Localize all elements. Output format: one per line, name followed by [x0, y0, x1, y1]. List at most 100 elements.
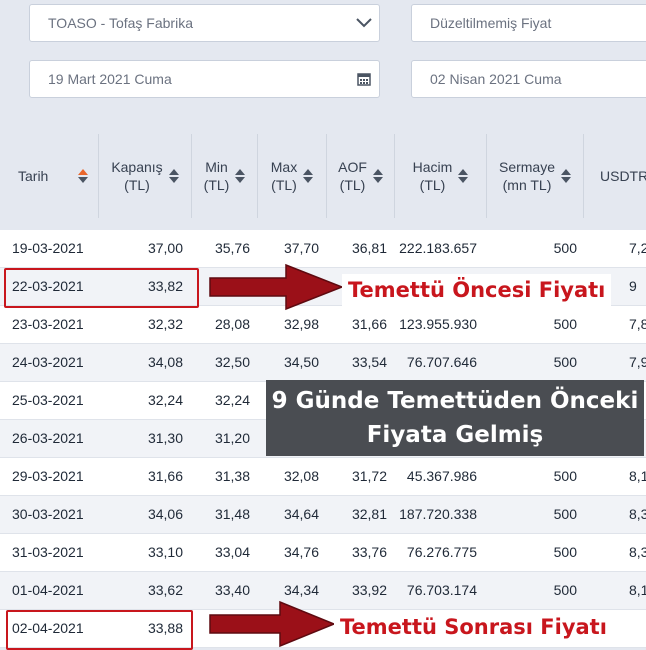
column-header-date[interactable]: Tarih	[0, 134, 99, 218]
cell-max: 34,64	[283, 506, 319, 522]
cell-usdtry: 9	[629, 278, 637, 294]
column-header-volume[interactable]: Hacim (TL)	[395, 134, 487, 218]
column-header-capital[interactable]: Sermaye (mn TL)	[487, 134, 584, 218]
cell-usdtry: 7,9	[629, 354, 646, 370]
cell-date: 19-03-2021	[12, 240, 84, 256]
cell-date: 29-03-2021	[12, 468, 84, 484]
cell-aof: 33,54	[351, 354, 387, 370]
column-header-label: USDTR	[600, 168, 646, 184]
annotation-after-dividend: Temettü Sonrası Fiyatı	[334, 611, 613, 643]
column-header-label: Sermaye	[498, 159, 556, 175]
column-header-max[interactable]: Max (TL)	[258, 134, 327, 218]
cell-date: 26-03-2021	[12, 430, 84, 446]
start-date-value: 19 Mart 2021 Cuma	[48, 71, 172, 87]
table-row[interactable]: 23-03-2021 32,32 28,08 32,98 31,66 123.955.93…	[0, 306, 646, 344]
cell-volume: 123.955.930	[399, 316, 477, 332]
cell-max: 34,50	[283, 354, 319, 370]
cell-usdtry: 8,1	[629, 582, 646, 598]
cell-volume: 222.183.657	[399, 240, 477, 256]
column-header-aof[interactable]: AOF (TL)	[327, 134, 395, 218]
cell-volume: 76.703.174	[406, 582, 477, 598]
cell-date: 25-03-2021	[12, 392, 84, 408]
cell-aof: 32,81	[351, 506, 387, 522]
cell-max: 32,98	[283, 316, 319, 332]
cell-capital: 500	[553, 240, 577, 256]
cell-close: 37,00	[147, 240, 183, 256]
sort-arrows-icon[interactable]	[303, 169, 314, 183]
cell-date: 01-04-2021	[12, 582, 84, 598]
column-header-close[interactable]: Kapanış (TL)	[99, 134, 192, 218]
cell-capital: 500	[553, 316, 577, 332]
column-header-unit: (TL)	[124, 177, 150, 193]
cell-usdtry: 7,8	[629, 316, 646, 332]
table-row[interactable]: 29-03-2021 31,66 31,38 32,08 31,72 45.367.986…	[0, 458, 646, 496]
annotation-banner: 9 Günde Temettüden Önceki Fiyata Gelmiş	[266, 380, 644, 456]
cell-date: 23-03-2021	[12, 316, 84, 332]
cell-min: 33,04	[214, 544, 250, 560]
cell-capital: 500	[553, 582, 577, 598]
column-header-label: AOF	[338, 159, 367, 175]
cell-min: 32,50	[214, 354, 250, 370]
table-row[interactable]: 31-03-2021 33,10 33,04 34,76 33,76 76.276.775…	[0, 534, 646, 572]
price-type-select[interactable]: Düzeltilmemiş Fiyat	[411, 4, 646, 42]
stock-select[interactable]: TOASO - Tofaş Fabrika	[29, 4, 380, 42]
cell-volume: 76.276.775	[406, 544, 477, 560]
cell-capital: 500	[553, 468, 577, 484]
cell-min: 32,24	[214, 392, 250, 408]
stock-select-value: TOASO - Tofaş Fabrika	[48, 15, 193, 31]
sort-arrows-icon[interactable]	[458, 169, 469, 183]
cell-max: 37,70	[283, 240, 319, 256]
end-date-field[interactable]: 02 Nisan 2021 Cuma	[411, 60, 646, 98]
cell-close: 32,24	[147, 392, 183, 408]
cell-aof: 36,81	[351, 240, 387, 256]
cell-min: 28,08	[214, 316, 250, 332]
sort-arrows-icon[interactable]	[168, 169, 179, 183]
column-header-min[interactable]: Min (TL)	[192, 134, 258, 218]
highlight-box-after	[6, 610, 193, 650]
cell-min: 31,38	[214, 468, 250, 484]
column-header-usdtry[interactable]: USDTR	[584, 134, 646, 218]
arrow-right-icon	[209, 263, 344, 311]
column-header-label: Hacim	[412, 159, 453, 175]
cell-volume: 45.367.986	[406, 468, 477, 484]
cell-min: 31,20	[214, 430, 250, 446]
highlight-box-before	[4, 268, 199, 308]
cell-aof: 31,72	[351, 468, 387, 484]
price-type-value: Düzeltilmemiş Fiyat	[430, 15, 552, 31]
end-date-value: 02 Nisan 2021 Cuma	[430, 71, 562, 87]
cell-date: 31-03-2021	[12, 544, 84, 560]
cell-usdtry: 8,1	[629, 468, 646, 484]
cell-date: 30-03-2021	[12, 506, 84, 522]
sort-arrows-icon[interactable]	[78, 169, 89, 183]
cell-close: 31,30	[147, 430, 183, 446]
table-row[interactable]: 24-03-2021 34,08 32,50 34,50 33,54 76.707.646…	[0, 344, 646, 382]
column-header-label: Tarih	[18, 168, 49, 184]
cell-close: 31,66	[147, 468, 183, 484]
cell-capital: 500	[553, 544, 577, 560]
annotation-before-dividend: Temettü Öncesi Fiyatı	[342, 274, 612, 306]
banner-line: Fiyata Gelmiş	[366, 422, 544, 448]
column-header-label: Kapanış	[111, 159, 163, 175]
column-header-unit: (mn TL)	[502, 177, 552, 193]
cell-close: 33,62	[147, 582, 183, 598]
column-header-unit: (TL)	[339, 177, 366, 193]
cell-min: 35,76	[214, 240, 250, 256]
column-header-unit: (TL)	[271, 177, 297, 193]
sort-arrows-icon[interactable]	[561, 169, 572, 183]
cell-max: 32,08	[283, 468, 319, 484]
chevron-down-icon	[349, 18, 379, 28]
cell-aof: 31,66	[351, 316, 387, 332]
cell-aof: 33,76	[351, 544, 387, 560]
table-row[interactable]: 30-03-2021 34,06 31,48 34,64 32,81 187.720.33…	[0, 496, 646, 534]
cell-close: 32,32	[147, 316, 183, 332]
sort-arrows-icon[interactable]	[235, 169, 246, 183]
cell-close: 33,10	[147, 544, 183, 560]
cell-usdtry: 8,3	[629, 506, 646, 522]
calendar-icon[interactable]	[349, 72, 379, 86]
cell-volume: 187.720.338	[399, 506, 477, 522]
filter-panel: TOASO - Tofaş Fabrika Düzeltilmemiş Fiya…	[0, 0, 646, 118]
column-header-unit: (TL)	[203, 177, 230, 193]
cell-close: 34,08	[147, 354, 183, 370]
sort-arrows-icon[interactable]	[372, 169, 383, 183]
start-date-field[interactable]: 19 Mart 2021 Cuma	[29, 60, 380, 98]
